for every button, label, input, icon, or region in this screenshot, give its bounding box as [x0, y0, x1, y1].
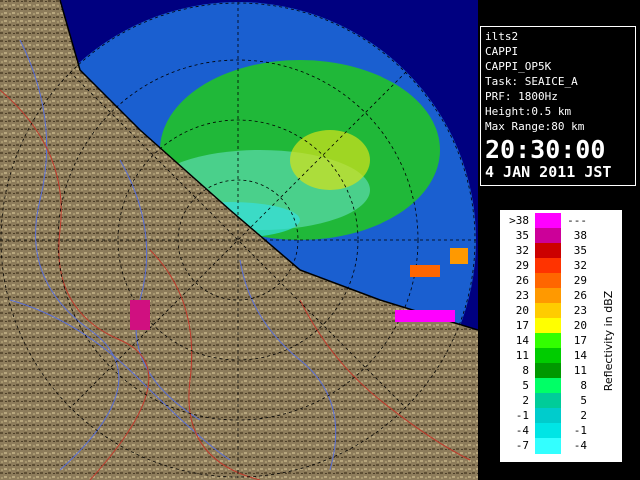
legend-low-label: 29	[515, 259, 529, 272]
legend-high-label: 38	[573, 229, 587, 242]
legend-high-label: 14	[573, 349, 587, 362]
legend-high-label: -1	[573, 424, 587, 437]
legend-swatch	[535, 273, 561, 289]
legend-high-label: 23	[573, 304, 587, 317]
legend-low-label: 11	[515, 349, 529, 362]
legend-row: >38 ---	[501, 213, 621, 229]
radar-info-panel: ilts2 CAPPI CAPPI_OP5K Task: SEAICE_A PR…	[480, 26, 636, 186]
legend-high-label: 35	[573, 244, 587, 257]
legend-low-label: 20	[515, 304, 529, 317]
legend-high-label: 2	[580, 409, 587, 422]
legend-swatch	[535, 288, 561, 304]
legend-swatch	[535, 228, 561, 244]
legend-swatch	[535, 333, 561, 349]
legend-high-label: -4	[573, 439, 587, 452]
legend-low-label: 32	[515, 244, 529, 257]
legend-swatch	[535, 408, 561, 424]
legend-low-label: 35	[515, 229, 529, 242]
legend-high-label: 29	[573, 274, 587, 287]
legend-swatch	[535, 423, 561, 439]
product-name: CAPPI	[485, 45, 519, 58]
legend-swatch	[535, 318, 561, 334]
svg-text:Reflectivity in dBZ: Reflectivity in dBZ	[602, 290, 615, 391]
legend-high-label: 17	[573, 334, 587, 347]
task-name: Task: SEAICE_A	[485, 75, 578, 88]
legend-low-label: 8	[522, 364, 529, 377]
legend-row: -7 -4	[501, 438, 621, 454]
echo-region-yellow	[290, 130, 370, 190]
legend-low-label: 5	[522, 379, 529, 392]
prf-value: PRF: 1800Hz	[485, 90, 558, 103]
legend-low-label: 23	[515, 289, 529, 302]
legend-low-label: -1	[515, 409, 529, 422]
time-readout: 20:30:00	[485, 135, 606, 164]
radar-map[interactable]	[0, 0, 478, 480]
legend-swatch	[535, 378, 561, 394]
legend-high-label: ---	[567, 214, 587, 227]
legend-low-label: 14	[515, 334, 529, 347]
legend-swatch	[535, 213, 561, 229]
legend-swatch	[535, 438, 561, 454]
legend-swatch	[535, 363, 561, 379]
legend-low-label: -4	[515, 424, 529, 437]
legend-low-label: 17	[515, 319, 529, 332]
legend-low-label: >38	[509, 214, 529, 227]
legend-high-label: 20	[573, 319, 587, 332]
legend-high-label: 26	[573, 289, 587, 302]
legend-low-label: -7	[515, 439, 529, 452]
legend-swatch	[535, 258, 561, 274]
legend-swatch	[535, 348, 561, 364]
legend-low-label: 26	[515, 274, 529, 287]
legend-unit-label: Reflectivity in dBZ	[602, 290, 615, 391]
legend-high-label: 8	[580, 379, 587, 392]
legend-low-label: 2	[522, 394, 529, 407]
legend-high-label: 5	[580, 394, 587, 407]
height-value: Height:0.5 km	[485, 105, 572, 118]
radar-name: ilts2	[485, 30, 519, 43]
reflectivity-legend: >38 --- 35 38 32 35 29 32 26 29 23 26 20 23 17 20 14 17 11…	[500, 210, 622, 462]
legend-row: 35 38	[501, 228, 621, 244]
legend-swatch	[535, 303, 561, 319]
legend-high-label: 11	[573, 364, 587, 377]
product-task: CAPPI_OP5K	[485, 60, 552, 73]
legend-high-label: 32	[573, 259, 587, 272]
legend-swatch	[535, 393, 561, 409]
max-range-value: Max Range:80 km	[485, 120, 585, 133]
legend-swatch	[535, 243, 561, 259]
date-readout: 4 JAN 2011 JST	[485, 163, 612, 181]
